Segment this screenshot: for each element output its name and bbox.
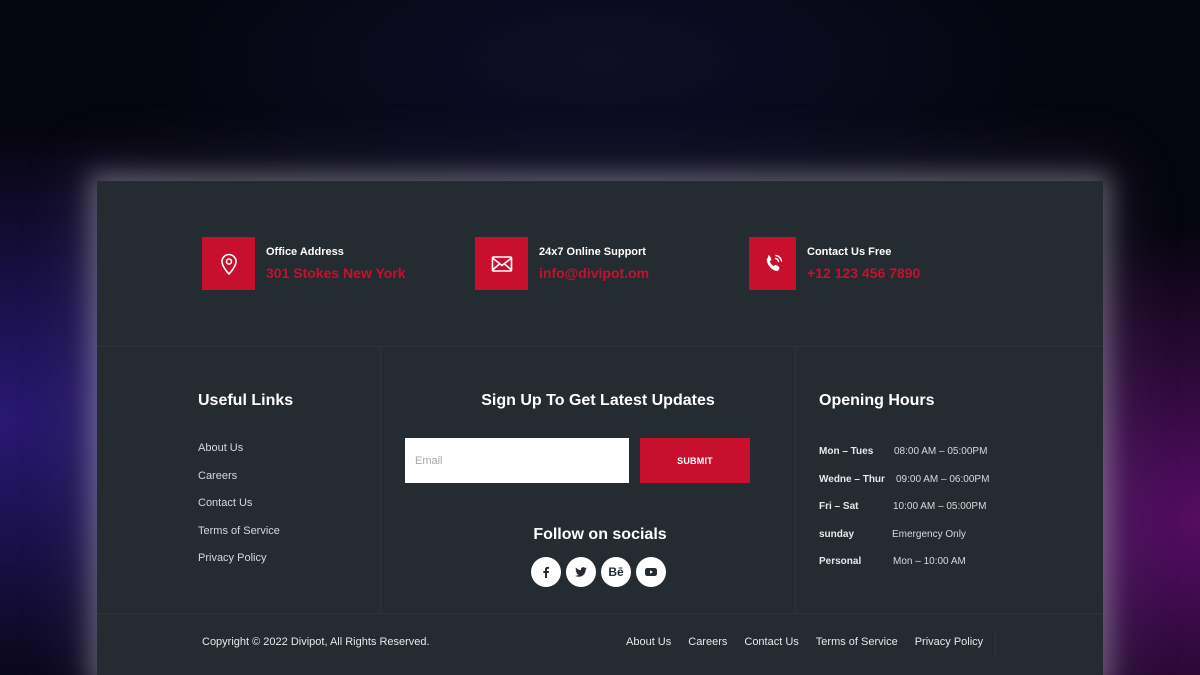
bottom-link-about-us[interactable]: About Us	[626, 635, 671, 649]
hours-day: Wedne – Thur	[819, 473, 885, 485]
contact-label: 24x7 Online Support	[539, 245, 646, 258]
opening-hours-title: Opening Hours	[819, 392, 935, 409]
follow-socials-title: Follow on socials	[533, 526, 667, 543]
hours-row: Wedne – Thur 09:00 AM – 06:00PM	[819, 473, 989, 501]
hours-day: Mon – Tues	[819, 446, 874, 457]
bottom-separator	[995, 631, 996, 657]
useful-link-careers[interactable]: Careers	[198, 469, 280, 497]
hours-row: sunday Emergency Only	[819, 528, 989, 556]
column-divider	[795, 347, 796, 613]
contact-phone: Contact Us Free +12 123 456 7890	[749, 237, 920, 290]
bottom-divider	[97, 613, 1103, 614]
hours-time: Emergency Only	[892, 528, 966, 540]
behance-icon[interactable]: Bē	[601, 557, 631, 587]
map-pin-icon	[202, 237, 255, 290]
bottom-link-terms[interactable]: Terms of Service	[816, 635, 898, 649]
bottom-link-privacy[interactable]: Privacy Policy	[915, 635, 983, 649]
email-input[interactable]	[405, 438, 629, 483]
hours-day: Personal	[819, 556, 862, 568]
facebook-icon[interactable]	[531, 557, 561, 587]
contact-label: Office Address	[266, 245, 344, 258]
newsletter-title: Sign Up To Get Latest Updates	[481, 392, 715, 409]
bottom-link-contact-us[interactable]: Contact Us	[744, 635, 798, 649]
contact-info-row: Office Address 301 Stokes New York 24x7 …	[97, 181, 1103, 347]
copyright-text: Copyright © 2022 Divipot, All Rights Res…	[202, 636, 430, 648]
hours-row: Fri – Sat 10:00 AM – 05:00PM	[819, 500, 989, 528]
column-divider	[380, 347, 381, 613]
useful-link-about-us[interactable]: About Us	[198, 441, 280, 469]
hours-day: Fri – Sat	[819, 501, 859, 513]
contact-label: Contact Us Free	[807, 245, 892, 258]
useful-link-contact-us[interactable]: Contact Us	[198, 496, 280, 524]
twitter-icon[interactable]	[566, 557, 596, 587]
phone-icon	[749, 237, 796, 290]
envelope-icon	[475, 237, 528, 290]
hours-time: 10:00 AM – 05:00PM	[893, 501, 987, 513]
contact-value[interactable]: info@divipot.om	[539, 263, 649, 283]
useful-links-title: Useful Links	[198, 392, 294, 409]
hours-day: sunday	[819, 528, 855, 540]
youtube-icon[interactable]	[636, 557, 666, 587]
contact-online-support: 24x7 Online Support info@divipot.om	[475, 237, 649, 290]
hours-time: Mon – 10:00 AM	[893, 556, 966, 568]
contact-value: 301 Stokes New York	[266, 264, 406, 281]
contact-value[interactable]: +12 123 456 7890	[807, 263, 920, 283]
hours-row: Mon – Tues 08:00 AM – 05:00PM	[819, 445, 989, 473]
footer-panel: Office Address 301 Stokes New York 24x7 …	[97, 181, 1103, 675]
useful-links-list: About Us Careers Contact Us Terms of Ser…	[198, 441, 280, 579]
bottom-link-careers[interactable]: Careers	[688, 635, 727, 649]
hours-row: Personal Mon – 10:00 AM	[819, 555, 989, 583]
social-links: Bē	[531, 557, 666, 587]
hours-time: 08:00 AM – 05:00PM	[894, 446, 988, 457]
useful-link-terms[interactable]: Terms of Service	[198, 524, 280, 552]
submit-button[interactable]: SUBMIT	[640, 438, 750, 483]
contact-office-address: Office Address 301 Stokes New York	[202, 237, 406, 290]
bottom-links: About Us Careers Contact Us Terms of Ser…	[626, 635, 983, 649]
useful-link-privacy[interactable]: Privacy Policy	[198, 551, 280, 579]
opening-hours-list: Mon – Tues 08:00 AM – 05:00PM Wedne – Th…	[819, 445, 989, 583]
hours-time: 09:00 AM – 06:00PM	[896, 473, 990, 485]
